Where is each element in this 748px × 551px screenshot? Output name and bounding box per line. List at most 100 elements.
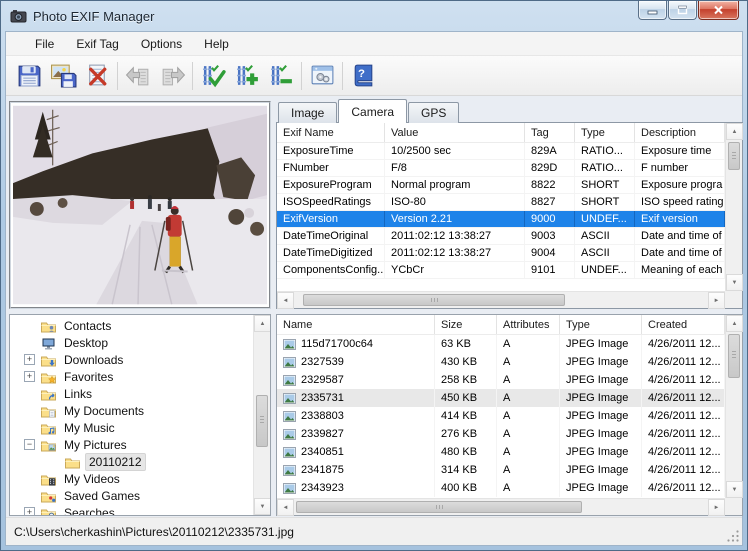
tree-item-saved-games[interactable]: Saved Games (10, 487, 253, 504)
scroll-left-button[interactable]: ◄ (277, 292, 294, 309)
exif-row[interactable]: ExifVersionVersion 2.219000UNDEF...Exif … (277, 211, 725, 228)
scrollbar-thumb[interactable] (256, 395, 268, 447)
minimize-button[interactable] (638, 1, 667, 20)
options-icon (309, 62, 336, 89)
file-row[interactable]: 2341875314 KBAJPEG Image4/26/2011 12... (277, 461, 725, 479)
scroll-down-button[interactable]: ▼ (726, 481, 743, 498)
scrollbar-thumb[interactable] (296, 501, 582, 513)
file-column-attributes[interactable]: Attributes (497, 315, 560, 334)
exif-cell: 9003 (525, 228, 575, 244)
menu-item-options[interactable]: Options (130, 34, 193, 54)
file-row[interactable]: 2343923400 KBAJPEG Image4/26/2011 12... (277, 479, 725, 497)
scroll-up-button[interactable]: ▲ (254, 315, 271, 332)
exif-cell: FNumber (277, 160, 385, 176)
tree-vertical-scrollbar[interactable]: ▲▼ (253, 315, 270, 515)
tree-item-desktop[interactable]: Desktop (10, 334, 253, 351)
exif-column-tag[interactable]: Tag (525, 123, 575, 142)
scroll-down-button[interactable]: ▼ (254, 498, 271, 515)
verify-tags-button[interactable] (196, 59, 230, 93)
file-row[interactable]: 115d71700c6463 KBAJPEG Image4/26/2011 12… (277, 335, 725, 353)
expand-plus-icon[interactable]: + (24, 354, 35, 365)
tree-item-my-music[interactable]: My Music (10, 419, 253, 436)
menu-item-help[interactable]: Help (193, 34, 240, 54)
options-button[interactable] (305, 59, 339, 93)
exif-row[interactable]: DateTimeOriginal2011:02:12 13:38:279003A… (277, 228, 725, 245)
exif-vertical-scrollbar[interactable]: ▲▼ (725, 123, 742, 291)
files-vertical-scrollbar[interactable]: ▲▼ (725, 315, 742, 498)
file-cell: A (497, 389, 560, 407)
menu-item-exif-tag[interactable]: Exif Tag (65, 34, 129, 54)
save-file-button[interactable] (12, 59, 46, 93)
tree-item-contacts[interactable]: Contacts (10, 317, 253, 334)
file-row[interactable]: 2340851480 KBAJPEG Image4/26/2011 12... (277, 443, 725, 461)
tree-item-downloads[interactable]: +Downloads (10, 351, 253, 368)
scroll-up-button[interactable]: ▲ (726, 123, 743, 140)
exif-column-value[interactable]: Value (385, 123, 525, 142)
expand-plus-icon[interactable]: + (24, 507, 35, 515)
delete-list-button[interactable] (80, 59, 114, 93)
add-tag-button[interactable] (230, 59, 264, 93)
tree-item-favorites[interactable]: +Favorites (10, 368, 253, 385)
exif-column-exif-name[interactable]: Exif Name (277, 123, 385, 142)
tree-item-my-documents[interactable]: My Documents (10, 402, 253, 419)
close-button[interactable] (698, 1, 739, 20)
file-cell: 4/26/2011 12... (642, 443, 725, 461)
exif-column-type[interactable]: Type (575, 123, 635, 142)
scroll-up-button[interactable]: ▲ (726, 315, 743, 332)
file-column-created[interactable]: Created (642, 315, 725, 334)
files-horizontal-scrollbar[interactable]: ◄► (277, 498, 725, 515)
resize-grip[interactable] (727, 530, 740, 543)
help-icon: ? (350, 62, 377, 89)
menu-item-file[interactable]: File (24, 34, 65, 54)
svg-text:?: ? (357, 68, 364, 80)
file-column-size[interactable]: Size (435, 315, 497, 334)
tab-image[interactable]: Image (278, 102, 337, 123)
remove-tag-button[interactable] (264, 59, 298, 93)
exif-row[interactable]: FNumberF/8829DRATIO...F number (277, 160, 725, 177)
exif-row[interactable]: ComponentsConfig...YCbCr9101UNDEF...Mean… (277, 262, 725, 279)
exif-row[interactable]: ISOSpeedRatingsISO-808827SHORTISO speed … (277, 194, 725, 211)
exif-row[interactable]: ExposureProgramNormal program8822SHORTEx… (277, 177, 725, 194)
exif-cell: RATIO... (575, 143, 635, 159)
exif-column-description[interactable]: Description (635, 123, 725, 142)
tree-item-my-videos[interactable]: My Videos (10, 470, 253, 487)
file-cell: JPEG Image (560, 443, 642, 461)
exif-horizontal-scrollbar[interactable]: ◄► (277, 291, 725, 308)
file-row[interactable]: 2329587258 KBAJPEG Image4/26/2011 12... (277, 371, 725, 389)
tree-item-links[interactable]: Links (10, 385, 253, 402)
next-file-button[interactable] (155, 59, 189, 93)
file-list-panel: NameSizeAttributesTypeCreated115d71700c6… (276, 314, 743, 516)
tree-item-my-pictures[interactable]: −My Pictures (10, 436, 253, 453)
scrollbar-thumb[interactable] (728, 334, 740, 378)
exif-cell: F/8 (385, 160, 525, 176)
file-column-type[interactable]: Type (560, 315, 642, 334)
save-image-button[interactable] (46, 59, 80, 93)
file-row[interactable]: 2327539430 KBAJPEG Image4/26/2011 12... (277, 353, 725, 371)
previous-file-button[interactable] (121, 59, 155, 93)
exif-row[interactable]: DateTimeDigitized2011:02:12 13:38:279004… (277, 245, 725, 262)
scrollbar-thumb[interactable] (728, 142, 740, 170)
scroll-left-button[interactable]: ◄ (277, 499, 294, 516)
scrollbar-thumb[interactable] (303, 294, 565, 306)
exif-cell: UNDEF... (575, 211, 635, 227)
tab-camera[interactable]: Camera (338, 99, 407, 123)
collapse-minus-icon[interactable]: − (24, 439, 35, 450)
tab-gps[interactable]: GPS (408, 102, 459, 123)
tree-item-searches[interactable]: + Searches (10, 504, 253, 515)
tree-item-20110212[interactable]: 20110212 (10, 453, 253, 470)
maximize-button[interactable] (668, 1, 697, 20)
scroll-down-button[interactable]: ▼ (726, 274, 743, 291)
file-row[interactable]: 2339827276 KBAJPEG Image4/26/2011 12... (277, 425, 725, 443)
exif-row[interactable]: ExposureTime10/2500 sec829ARATIO...Expos… (277, 143, 725, 160)
scrollbar-corner (725, 498, 742, 515)
tree-item-label: Searches (61, 505, 118, 516)
file-row[interactable]: 2338803414 KBAJPEG Image4/26/2011 12... (277, 407, 725, 425)
previous-file-icon (125, 62, 152, 89)
scroll-right-button[interactable]: ► (708, 499, 725, 516)
scroll-right-button[interactable]: ► (708, 292, 725, 309)
expand-plus-icon[interactable]: + (24, 371, 35, 382)
file-row[interactable]: 2335731450 KBAJPEG Image4/26/2011 12... (277, 389, 725, 407)
help-button[interactable]: ? (346, 59, 380, 93)
image-file-icon (283, 357, 296, 368)
file-column-name[interactable]: Name (277, 315, 435, 334)
